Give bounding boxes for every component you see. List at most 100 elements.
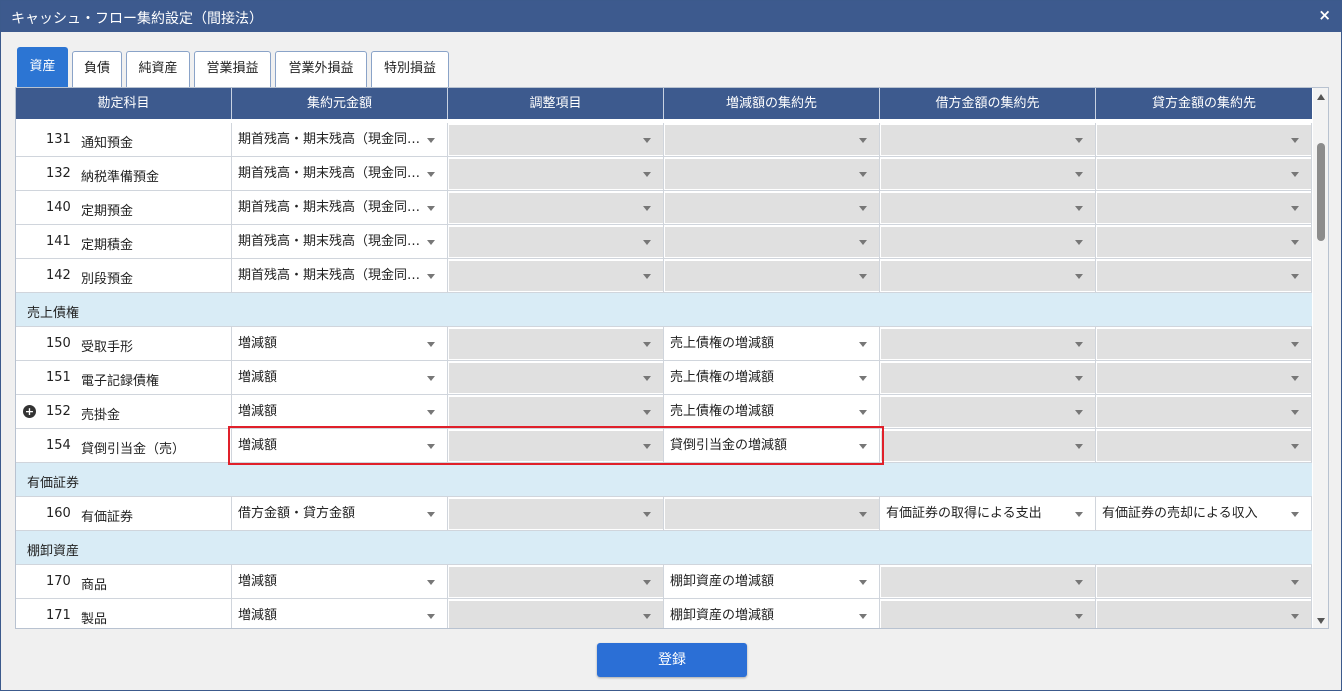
adjustment-select[interactable] — [449, 193, 663, 223]
change-target-select[interactable] — [665, 499, 879, 529]
select-value: 売上債権の増減額 — [670, 370, 775, 385]
adjustment-select[interactable] — [449, 567, 663, 597]
change-target-select[interactable]: 棚卸資産の増減額 — [665, 567, 879, 597]
credit-target-select[interactable] — [1097, 363, 1311, 393]
change-target-select[interactable] — [665, 125, 879, 155]
table-row: 131 通知預金 期首残高・期末残高（現金同… — [16, 123, 1312, 157]
change-target-select[interactable] — [665, 261, 879, 291]
credit-target-select[interactable]: 有価証券の売却による収入 — [1097, 499, 1311, 529]
credit-target-select[interactable] — [1097, 193, 1311, 223]
select-value: 増減額 — [238, 608, 278, 623]
scrollbar-thumb[interactable] — [1317, 143, 1325, 241]
adjustment-select[interactable] — [449, 363, 663, 393]
account-name: 貸倒引当金（売） — [81, 442, 186, 457]
group-row: 有価証券 — [16, 463, 1312, 497]
debit-target-select[interactable] — [881, 431, 1095, 461]
source-amount-select[interactable]: 増減額 — [233, 397, 447, 427]
source-amount-select[interactable]: 期首残高・期末残高（現金同… — [233, 159, 447, 189]
chevron-down-icon — [859, 410, 867, 415]
scroll-up-icon[interactable] — [1317, 94, 1325, 100]
debit-target-select[interactable] — [881, 363, 1095, 393]
credit-target-select[interactable] — [1097, 329, 1311, 359]
source-amount-select[interactable]: 期首残高・期末残高（現金同… — [233, 125, 447, 155]
table-row: 170 商品 増減額 棚卸資産の増減額 — [16, 565, 1312, 599]
tab-assets[interactable]: 資産 — [17, 47, 68, 87]
header-change-target: 増減額の集約先 — [664, 88, 880, 119]
table-row: 160 有価証券 借方金額・貸方金額 有価証券の取得による支出 有価証券の売却による収入 — [16, 497, 1312, 531]
chevron-down-icon — [859, 444, 867, 449]
account-cell: 154 貸倒引当金（売） — [16, 429, 232, 462]
tab-net-assets[interactable]: 純資産 — [126, 51, 190, 87]
debit-target-select[interactable] — [881, 193, 1095, 223]
debit-target-select[interactable] — [881, 125, 1095, 155]
adjustment-select[interactable] — [449, 397, 663, 427]
select-value: 期首残高・期末残高（現金同… — [238, 132, 421, 147]
source-amount-select[interactable]: 借方金額・貸方金額 — [233, 499, 447, 529]
select-value: 売上債権の増減額 — [670, 404, 775, 419]
account-name: 別段預金 — [81, 272, 134, 287]
debit-target-select[interactable] — [881, 601, 1095, 628]
source-amount-select[interactable]: 期首残高・期末残高（現金同… — [233, 193, 447, 223]
adjustment-select[interactable] — [449, 159, 663, 189]
account-code: 132 — [46, 166, 71, 181]
close-icon[interactable]: × — [1318, 6, 1331, 24]
adjustment-select[interactable] — [449, 601, 663, 628]
debit-target-select[interactable] — [881, 159, 1095, 189]
vertical-scrollbar[interactable] — [1313, 88, 1328, 628]
credit-target-select[interactable] — [1097, 601, 1311, 628]
credit-target-select[interactable] — [1097, 125, 1311, 155]
source-amount-select[interactable]: 増減額 — [233, 363, 447, 393]
change-target-select[interactable]: 貸倒引当金の増減額 — [665, 431, 879, 461]
source-amount-select[interactable]: 増減額 — [233, 567, 447, 597]
adjustment-select[interactable] — [449, 329, 663, 359]
source-amount-select[interactable]: 増減額 — [233, 601, 447, 628]
source-amount-select[interactable]: 期首残高・期末残高（現金同… — [233, 227, 447, 257]
tab-non-operating-pl[interactable]: 営業外損益 — [275, 51, 367, 87]
credit-target-select[interactable] — [1097, 261, 1311, 291]
scroll-down-icon[interactable] — [1317, 618, 1325, 624]
expand-plus-icon[interactable]: + — [23, 405, 36, 418]
change-target-select[interactable]: 棚卸資産の増減額 — [665, 601, 879, 628]
debit-target-select[interactable] — [881, 397, 1095, 427]
change-target-select[interactable] — [665, 227, 879, 257]
credit-target-select[interactable] — [1097, 159, 1311, 189]
change-target-select[interactable] — [665, 159, 879, 189]
chevron-down-icon — [859, 206, 867, 211]
adjustment-select[interactable] — [449, 227, 663, 257]
credit-target-select[interactable] — [1097, 567, 1311, 597]
change-target-select[interactable]: 売上債権の増減額 — [665, 329, 879, 359]
table-row: +152 売掛金 増減額 売上債権の増減額 — [16, 395, 1312, 429]
debit-target-select[interactable] — [881, 567, 1095, 597]
adjustment-select[interactable] — [449, 431, 663, 461]
change-target-select[interactable] — [665, 193, 879, 223]
credit-target-select[interactable] — [1097, 397, 1311, 427]
tab-liabilities[interactable]: 負債 — [72, 51, 122, 87]
account-cell: 142 別段預金 — [16, 259, 232, 292]
tab-extraordinary-pl[interactable]: 特別損益 — [371, 51, 449, 87]
credit-target-select[interactable] — [1097, 227, 1311, 257]
register-button[interactable]: 登録 — [597, 643, 747, 677]
tab-operating-pl[interactable]: 営業損益 — [194, 51, 271, 87]
account-name: 有価証券 — [81, 510, 134, 525]
table-row: 154 貸倒引当金（売） 増減額 貸倒引当金の増減額 — [16, 429, 1312, 463]
account-cell: 170 商品 — [16, 565, 232, 598]
debit-target-select[interactable] — [881, 329, 1095, 359]
chevron-down-icon — [427, 342, 435, 347]
debit-target-select[interactable] — [881, 261, 1095, 291]
chevron-down-icon — [1075, 342, 1083, 347]
select-value: 増減額 — [238, 574, 278, 589]
change-target-select[interactable]: 売上債権の増減額 — [665, 397, 879, 427]
change-target-select[interactable]: 売上債権の増減額 — [665, 363, 879, 393]
chevron-down-icon — [1291, 138, 1299, 143]
source-amount-select[interactable]: 期首残高・期末残高（現金同… — [233, 261, 447, 291]
adjustment-select[interactable] — [449, 499, 663, 529]
chevron-down-icon — [1291, 172, 1299, 177]
chevron-down-icon — [859, 512, 867, 517]
source-amount-select[interactable]: 増減額 — [233, 329, 447, 359]
source-amount-select[interactable]: 増減額 — [233, 431, 447, 461]
debit-target-select[interactable]: 有価証券の取得による支出 — [881, 499, 1095, 529]
credit-target-select[interactable] — [1097, 431, 1311, 461]
adjustment-select[interactable] — [449, 125, 663, 155]
adjustment-select[interactable] — [449, 261, 663, 291]
debit-target-select[interactable] — [881, 227, 1095, 257]
